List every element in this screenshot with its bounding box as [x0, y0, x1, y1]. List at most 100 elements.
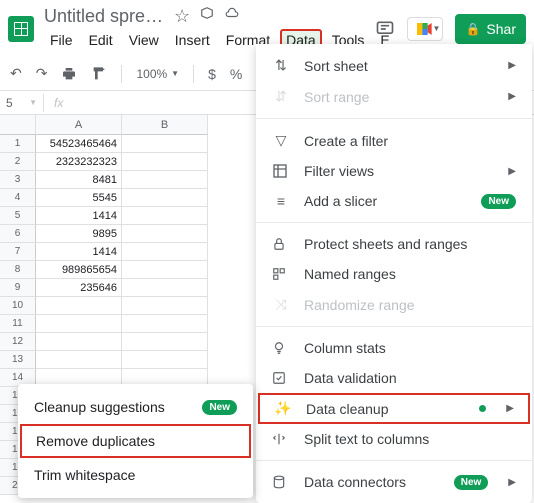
print-icon[interactable]	[61, 66, 77, 82]
grid-row: 11	[0, 315, 208, 333]
move-icon[interactable]	[200, 6, 214, 27]
col-header-a[interactable]: A	[36, 115, 122, 135]
menu-protect[interactable]: Protect sheets and ranges	[256, 229, 532, 259]
menu-insert[interactable]: Insert	[169, 29, 216, 51]
col-header-b[interactable]: B	[122, 115, 208, 135]
cell[interactable]: 9895	[36, 225, 122, 243]
menu-filter-views[interactable]: Filter views ▶	[256, 156, 532, 186]
paint-icon[interactable]	[91, 66, 107, 82]
grid-row: 13	[0, 351, 208, 369]
menu-sort-sheet[interactable]: ⇅ Sort sheet ▶	[256, 50, 532, 81]
cell[interactable]	[122, 297, 208, 315]
chevron-right-icon: ▶	[508, 477, 516, 488]
menu-named-ranges[interactable]: Named ranges	[256, 259, 532, 289]
cell[interactable]	[122, 279, 208, 297]
chevron-right-icon: ▶	[508, 60, 516, 71]
cell[interactable]	[122, 153, 208, 171]
cell[interactable]: 1414	[36, 207, 122, 225]
menu-data-cleanup[interactable]: ✨ Data cleanup ▶	[258, 393, 530, 424]
select-all-corner[interactable]	[0, 115, 36, 135]
star-icon[interactable]: ☆	[174, 6, 190, 27]
row-header[interactable]: 9	[0, 279, 36, 297]
percent-icon[interactable]: %	[230, 66, 242, 82]
menu-sort-range: ⇵ Sort range ▶	[256, 81, 532, 112]
cell[interactable]	[122, 261, 208, 279]
row-header[interactable]: 2	[0, 153, 36, 171]
cell[interactable]	[122, 189, 208, 207]
cell[interactable]	[122, 315, 208, 333]
bulb-icon	[272, 341, 290, 355]
comments-icon[interactable]	[375, 19, 395, 39]
submenu-trim-whitespace[interactable]: Trim whitespace	[18, 458, 253, 492]
share-button[interactable]: 🔒 Shar	[455, 14, 526, 44]
menu-edit[interactable]: Edit	[83, 29, 119, 51]
new-badge: New	[481, 194, 516, 209]
row-header[interactable]: 3	[0, 171, 36, 189]
menu-label: Filter views	[304, 163, 374, 179]
data-cleanup-submenu: Cleanup suggestions New Remove duplicate…	[18, 384, 253, 498]
row-header[interactable]: 5	[0, 207, 36, 225]
zoom-select[interactable]: 100% ▼	[136, 67, 179, 81]
cell[interactable]	[122, 333, 208, 351]
undo-icon[interactable]: ↶	[10, 65, 22, 82]
split-icon	[272, 432, 290, 446]
submenu-label: Cleanup suggestions	[34, 399, 165, 415]
menu-view[interactable]: View	[123, 29, 165, 51]
row-header[interactable]: 8	[0, 261, 36, 279]
cell[interactable]	[122, 207, 208, 225]
cell[interactable]	[36, 297, 122, 315]
row-header[interactable]: 10	[0, 297, 36, 315]
menu-data-validation[interactable]: Data validation	[256, 363, 532, 393]
row-header[interactable]: 11	[0, 315, 36, 333]
cell[interactable]	[36, 333, 122, 351]
menu-add-slicer[interactable]: ≡ Add a slicer New	[256, 186, 532, 216]
cloud-icon[interactable]	[224, 6, 240, 27]
data-menu-dropdown: ⇅ Sort sheet ▶ ⇵ Sort range ▶ ▽ Create a…	[256, 44, 532, 503]
cell[interactable]: 2323232323	[36, 153, 122, 171]
submenu-label: Trim whitespace	[34, 467, 135, 483]
sheets-logo[interactable]	[8, 16, 34, 42]
row-header[interactable]: 13	[0, 351, 36, 369]
row-header[interactable]: 4	[0, 189, 36, 207]
cell[interactable]: 5545	[36, 189, 122, 207]
menu-create-filter[interactable]: ▽ Create a filter	[256, 125, 532, 156]
grid-row: 10	[0, 297, 208, 315]
cell[interactable]	[122, 171, 208, 189]
menu-label: Data validation	[304, 370, 397, 386]
cell[interactable]: 8481	[36, 171, 122, 189]
menu-split-text[interactable]: Split text to columns	[256, 424, 532, 454]
menu-randomize: ⤨ Randomize range	[256, 289, 532, 320]
cell[interactable]: 235646	[36, 279, 122, 297]
check-icon	[272, 371, 290, 385]
cell[interactable]	[36, 351, 122, 369]
redo-icon[interactable]: ↷	[36, 65, 48, 82]
name-box[interactable]: 5▼	[0, 94, 44, 112]
chevron-right-icon: ▶	[508, 91, 516, 102]
submenu-remove-duplicates[interactable]: Remove duplicates	[20, 424, 251, 458]
row-header[interactable]: 1	[0, 135, 36, 153]
cell[interactable]	[122, 135, 208, 153]
menu-file[interactable]: File	[44, 29, 79, 51]
menu-label: Column stats	[304, 340, 386, 356]
row-header[interactable]: 12	[0, 333, 36, 351]
cell[interactable]: 1414	[36, 243, 122, 261]
cell[interactable]	[36, 315, 122, 333]
grid-row: 45545	[0, 189, 208, 207]
cell[interactable]: 54523465464	[36, 135, 122, 153]
menu-data-connectors[interactable]: Data connectors New ▶	[256, 467, 532, 497]
menu-column-stats[interactable]: Column stats	[256, 333, 532, 363]
cell[interactable]: 989865654	[36, 261, 122, 279]
cell[interactable]	[122, 225, 208, 243]
cell[interactable]	[122, 243, 208, 261]
menu-label: Add a slicer	[304, 193, 377, 209]
cell[interactable]	[122, 351, 208, 369]
doc-title[interactable]: Untitled spread…	[44, 6, 164, 27]
meet-button[interactable]: ▼	[407, 17, 443, 41]
row-header[interactable]: 7	[0, 243, 36, 261]
currency-icon[interactable]: $	[208, 66, 216, 82]
menu-label: Randomize range	[304, 297, 415, 313]
grid-row: 51414	[0, 207, 208, 225]
submenu-cleanup-suggestions[interactable]: Cleanup suggestions New	[18, 390, 253, 424]
caret-down-icon: ▼	[433, 24, 441, 33]
row-header[interactable]: 6	[0, 225, 36, 243]
